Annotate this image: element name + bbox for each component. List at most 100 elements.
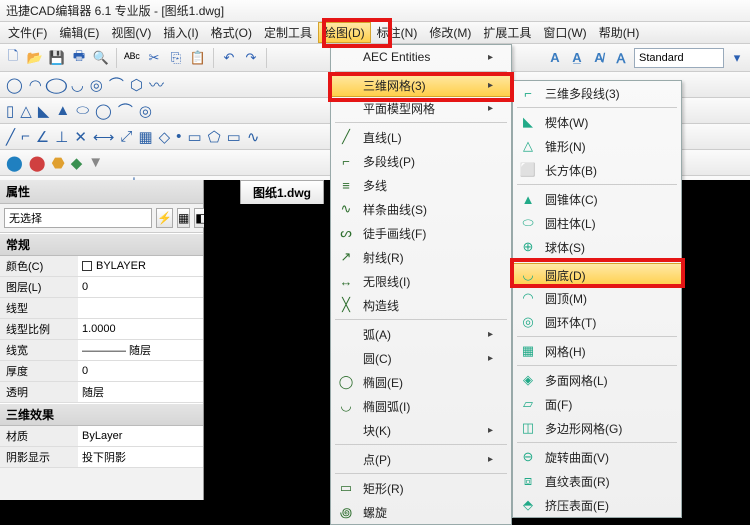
- sub-cyl[interactable]: ⬭圆柱体(L): [513, 211, 681, 235]
- menu-mline[interactable]: ≡多线: [331, 173, 511, 197]
- menu-point[interactable]: 点(P)▸: [331, 447, 511, 471]
- menu-planar[interactable]: 平面模型网格▸: [331, 96, 511, 120]
- menu-constr[interactable]: ╳构造线: [331, 293, 511, 317]
- combo-drop-icon[interactable]: ▾: [728, 49, 746, 67]
- prop-value[interactable]: ———— 随层: [78, 340, 203, 360]
- cone-icon[interactable]: ▲: [55, 102, 70, 119]
- earc-icon[interactable]: ◡: [71, 76, 84, 94]
- dim2-icon[interactable]: ⤢: [120, 128, 132, 145]
- perp-icon[interactable]: ⊥: [55, 128, 68, 146]
- sphere-icon[interactable]: ◯: [95, 102, 112, 120]
- menu-earc[interactable]: ◡椭圆弧(I): [331, 394, 511, 418]
- menu-spiral[interactable]: ꩜螺旋: [331, 500, 511, 524]
- menu-draw[interactable]: 绘图(D): [318, 22, 371, 43]
- sub-box[interactable]: ⬜长方体(B): [513, 158, 681, 182]
- cyl-icon[interactable]: ⬭: [76, 102, 89, 119]
- menu-aec[interactable]: AEC Entities▸: [331, 45, 511, 69]
- drop4-icon[interactable]: ◆: [71, 154, 83, 172]
- pyramid-icon[interactable]: △: [20, 102, 32, 120]
- prop-row[interactable]: 材质ByLayer: [0, 426, 203, 447]
- spell-icon[interactable]: ᴬᴮᶜ: [123, 49, 141, 67]
- menu-file[interactable]: 文件(F): [2, 22, 53, 43]
- drop5-icon[interactable]: ▼: [88, 154, 103, 171]
- menu-insert[interactable]: 插入(I): [157, 22, 204, 43]
- hex-icon[interactable]: ⬡: [130, 76, 143, 94]
- prop-value[interactable]: 投下阴影: [78, 447, 203, 467]
- prop-row[interactable]: 线宽———— 随层: [0, 340, 203, 361]
- arc2-icon[interactable]: ⌒: [109, 74, 124, 95]
- menu-arc[interactable]: 弧(A)▸: [331, 322, 511, 346]
- menu-view[interactable]: 视图(V): [105, 22, 157, 43]
- redo-icon[interactable]: ↷: [242, 49, 260, 67]
- menu-xline[interactable]: ↔无限线(I): [331, 269, 511, 293]
- menu-annot[interactable]: 标注(N): [371, 22, 424, 43]
- menu-window[interactable]: 窗口(W): [537, 22, 592, 43]
- text-a3-icon[interactable]: A̸: [590, 49, 608, 67]
- rect-icon[interactable]: ▭: [227, 128, 241, 146]
- region-icon[interactable]: ▭: [187, 128, 201, 146]
- sub-pline3d[interactable]: ⌐三维多段线(3): [513, 81, 681, 105]
- prop-row[interactable]: 线型: [0, 298, 203, 319]
- poly-icon[interactable]: ⬠: [208, 128, 221, 146]
- prop-value[interactable]: 随层: [78, 382, 203, 402]
- select-objects-icon[interactable]: ▦: [177, 208, 190, 228]
- sub-polyface[interactable]: ◈多面网格(L): [513, 368, 681, 392]
- text-a2-icon[interactable]: A̲: [568, 49, 586, 67]
- ellipse-icon[interactable]: ◯: [45, 76, 69, 94]
- document-tab[interactable]: 图纸1.dwg: [240, 180, 324, 204]
- sub-sphere[interactable]: ⊕球体(S): [513, 235, 681, 259]
- curve-icon[interactable]: 〰: [149, 74, 164, 95]
- drop3-icon[interactable]: ⬣: [52, 154, 65, 172]
- new-icon[interactable]: 🗋: [4, 49, 22, 67]
- prop-value[interactable]: 0: [78, 361, 203, 381]
- sub-dome[interactable]: ◡圆底(D): [512, 263, 682, 287]
- box3d-icon[interactable]: ▯: [6, 102, 14, 120]
- sub-torus[interactable]: ◎圆环体(T): [513, 310, 681, 334]
- group-general[interactable]: 常规: [0, 233, 203, 256]
- menu-spline[interactable]: ∿样条曲线(S): [331, 197, 511, 221]
- menu-rect[interactable]: ▭矩形(R): [331, 476, 511, 500]
- sub-conebody[interactable]: ▲圆锥体(C): [513, 187, 681, 211]
- open-icon[interactable]: 📂: [26, 49, 44, 67]
- pline-icon[interactable]: ⌐: [21, 128, 30, 145]
- paste-icon[interactable]: 📋: [189, 49, 207, 67]
- menu-ellipse[interactable]: ◯椭圆(E): [331, 370, 511, 394]
- circle-icon[interactable]: ◯: [6, 76, 23, 94]
- prop-value[interactable]: 1.0000: [78, 319, 203, 339]
- sub-rulesurf[interactable]: ⧈直纹表面(R): [513, 469, 681, 493]
- menu-block[interactable]: 块(K)▸: [331, 418, 511, 442]
- dome-icon[interactable]: ⌒: [118, 100, 133, 121]
- print-icon[interactable]: 🖶: [70, 49, 88, 67]
- prop-row[interactable]: 图层(L)0: [0, 277, 203, 298]
- group-3d[interactable]: 三维效果: [0, 403, 203, 426]
- prop-value[interactable]: BYLAYER: [78, 256, 203, 276]
- prop-row[interactable]: 透明随层: [0, 382, 203, 403]
- arc-icon[interactable]: ◠: [29, 76, 42, 94]
- prop-value[interactable]: [78, 298, 203, 318]
- menu-ext[interactable]: 扩展工具: [477, 22, 537, 43]
- menu-3dmesh[interactable]: 三维网格(3)▸: [330, 73, 512, 97]
- undo-icon[interactable]: ↶: [220, 49, 238, 67]
- quick-select-icon[interactable]: ⚡: [156, 208, 173, 228]
- sub-cone[interactable]: △锥形(N): [513, 134, 681, 158]
- menu-custom[interactable]: 定制工具: [258, 22, 318, 43]
- text-style-combo[interactable]: [634, 48, 724, 68]
- prop-row[interactable]: 线型比例1.0000: [0, 319, 203, 340]
- drop2-icon[interactable]: ⬤: [29, 154, 46, 172]
- sub-face[interactable]: ▱面(F): [513, 392, 681, 416]
- menu-pline[interactable]: ⌐多段线(P): [331, 149, 511, 173]
- prop-row[interactable]: 阴影显示投下阴影: [0, 447, 203, 468]
- prop-row[interactable]: 颜色(C)BYLAYER: [0, 256, 203, 277]
- menu-modify[interactable]: 修改(M): [423, 22, 477, 43]
- prop-row[interactable]: 厚度0: [0, 361, 203, 382]
- preview-icon[interactable]: 🔍: [92, 49, 110, 67]
- prop-value[interactable]: ByLayer: [78, 426, 203, 446]
- menu-ray[interactable]: ↗射线(R): [331, 245, 511, 269]
- sub-dometop[interactable]: ◠圆顶(M): [513, 286, 681, 310]
- line-icon[interactable]: ╱: [6, 128, 15, 146]
- drop1-icon[interactable]: ⬤: [6, 154, 23, 172]
- dim1-icon[interactable]: ⟷: [93, 128, 115, 146]
- angle-icon[interactable]: ∠: [36, 128, 49, 146]
- cut-icon[interactable]: ✂: [145, 49, 163, 67]
- menu-freehand[interactable]: ᔕ徒手画线(F): [331, 221, 511, 245]
